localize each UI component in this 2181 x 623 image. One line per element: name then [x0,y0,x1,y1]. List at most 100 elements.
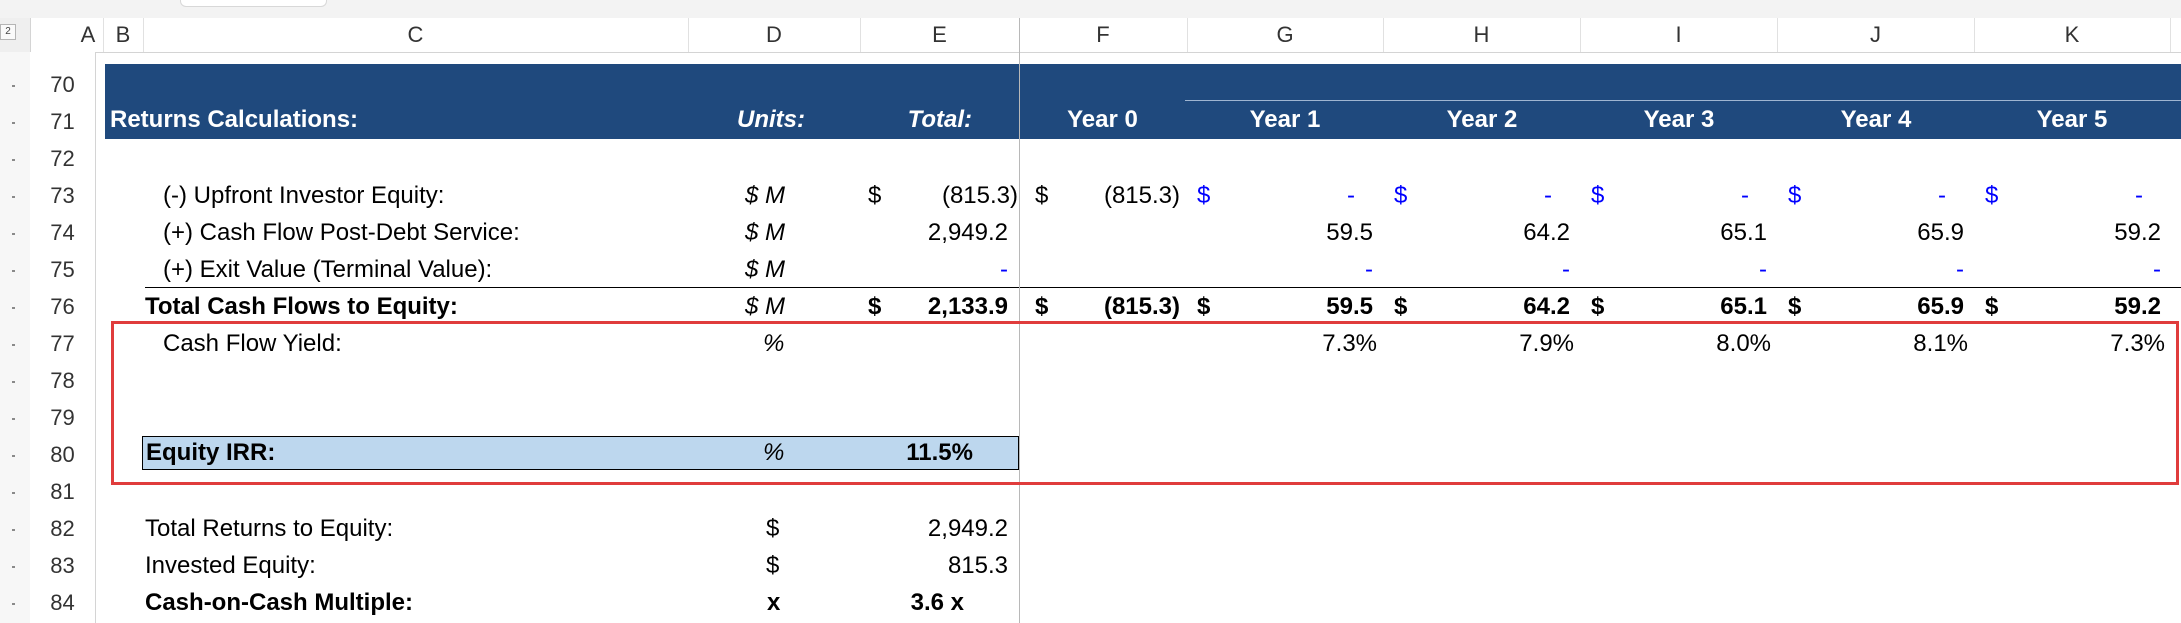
exit-value-label[interactable]: (+) Exit Value (Terminal Value): [163,251,492,288]
column-header-j[interactable]: J [1777,18,1975,52]
upfront-equity-total-currency: $ [868,182,882,209]
total-returns-value[interactable]: 2,949.2 [890,510,1008,547]
row-header-71[interactable]: 71 [30,103,95,140]
column-header-e[interactable]: E [860,18,1020,52]
upfront-equity-year2[interactable]: - [1447,177,1552,214]
total-cash-flows-year5[interactable]: 59.2 [2038,288,2161,325]
total-header[interactable]: Total: [862,104,972,136]
outline-dot [12,418,15,420]
upfront-equity-label[interactable]: (-) Upfront Investor Equity: [163,177,444,214]
row-header-78[interactable]: 78 [30,362,95,399]
column-header-h[interactable]: H [1383,18,1581,52]
column-header-f[interactable]: F [1019,18,1188,52]
row-header-76[interactable]: 76 [30,288,95,325]
column-header-b[interactable]: B [103,18,144,52]
header-band-divider [1185,100,2181,101]
outline-dot [12,85,15,87]
total-cash-flows-label[interactable]: Total Cash Flows to Equity: [145,288,458,325]
exit-value-unit[interactable]: $ M [745,251,785,288]
total-returns-label[interactable]: Total Returns to Equity: [145,510,393,547]
year-header-5[interactable]: Year 5 [2032,104,2112,136]
column-header-a[interactable]: A [73,18,104,52]
row-header-83[interactable]: 83 [30,547,95,584]
section-title[interactable]: Returns Calculations: [110,104,358,136]
year-header-0[interactable]: Year 0 [1065,104,1140,136]
cash-flow-year5[interactable]: 59.2 [2038,214,2161,251]
cash-flow-unit[interactable]: $ M [745,214,785,251]
total-cash-flows-year3[interactable]: 65.1 [1644,288,1767,325]
upfront-equity-year1[interactable]: - [1250,177,1355,214]
upfront-equity-year5[interactable]: - [2038,177,2143,214]
upfront-equity-year0[interactable]: (815.3) [1060,177,1180,214]
cash-flow-year4[interactable]: 65.9 [1841,214,1964,251]
year-header-3[interactable]: Year 3 [1639,104,1719,136]
row-header-75[interactable]: 75 [30,251,95,288]
row-header-80[interactable]: 80 [30,436,95,473]
ribbon-tab[interactable] [180,0,327,7]
total-cash-flows-year2[interactable]: 64.2 [1447,288,1570,325]
cash-flow-year1[interactable]: 59.5 [1250,214,1373,251]
total-cash-flows-unit[interactable]: $ M [745,288,785,325]
upfront-equity-year4[interactable]: - [1841,177,1946,214]
exit-value-year4[interactable]: - [1841,251,1964,288]
row-header-84[interactable]: 84 [30,584,95,621]
upfront-equity-year3-currency: $ [1591,182,1605,209]
upfront-equity-year5-currency: $ [1985,182,1999,209]
column-header-c[interactable]: C [143,18,689,52]
outline-level-button[interactable]: 2 [0,24,16,40]
row-header-72[interactable]: 72 [30,140,95,177]
units-header[interactable]: Units: [690,104,805,136]
total-cash-flows-year3-currency: $ [1591,293,1605,320]
year-header-4[interactable]: Year 4 [1836,104,1916,136]
cash-flow-year2[interactable]: 64.2 [1447,214,1570,251]
cash-flow-total[interactable]: 2,949.2 [890,214,1008,251]
total-cash-flows-year4[interactable]: 65.9 [1841,288,1964,325]
cash-on-cash-label[interactable]: Cash-on-Cash Multiple: [145,584,413,621]
year-header-1[interactable]: Year 1 [1245,104,1325,136]
cash-flow-label[interactable]: (+) Cash Flow Post-Debt Service: [163,214,520,251]
total-returns-unit[interactable]: $ [766,510,779,547]
row-header-77[interactable]: 77 [30,325,95,362]
row-header-73[interactable]: 73 [30,177,95,214]
cash-on-cash-value[interactable]: 3.6 x [880,584,964,621]
spreadsheet-view: A B C D E F G H I J K 2 70 71 72 73 74 7 [0,0,2181,623]
total-cash-flows-year1-currency: $ [1197,293,1211,320]
row-header-79[interactable]: 79 [30,399,95,436]
invested-equity-label[interactable]: Invested Equity: [145,547,316,584]
total-cash-flows-year5-currency: $ [1985,293,1999,320]
total-cash-flows-year0[interactable]: (815.3) [1060,288,1180,325]
exit-value-year5[interactable]: - [2038,251,2161,288]
column-header-g[interactable]: G [1187,18,1384,52]
upfront-equity-year1-currency: $ [1197,182,1211,209]
exit-value-year1[interactable]: - [1250,251,1373,288]
exit-value-year3[interactable]: - [1644,251,1767,288]
cash-flow-year3[interactable]: 65.1 [1644,214,1767,251]
row-header-70[interactable]: 70 [30,66,95,103]
column-header-row: A B C D E F G H I J K [0,18,2181,53]
invested-equity-value[interactable]: 815.3 [890,547,1008,584]
column-header-k[interactable]: K [1974,18,2171,52]
exit-value-year2[interactable]: - [1447,251,1570,288]
column-header-i[interactable]: I [1580,18,1778,52]
upfront-equity-year2-currency: $ [1394,182,1408,209]
row-header-82[interactable]: 82 [30,510,95,547]
row-header-81[interactable]: 81 [30,473,95,510]
upfront-equity-unit[interactable]: $ M [745,177,785,214]
invested-equity-unit[interactable]: $ [766,547,779,584]
upfront-equity-year3[interactable]: - [1644,177,1749,214]
total-cash-flows-year1[interactable]: 59.5 [1250,288,1373,325]
cash-on-cash-unit[interactable]: x [767,584,780,621]
upfront-equity-year4-currency: $ [1788,182,1802,209]
row-header-column: 70 71 72 73 74 75 76 77 78 79 80 81 82 8… [30,52,96,623]
row-header-74[interactable]: 74 [30,214,95,251]
outline-dot [12,307,15,309]
column-header-d[interactable]: D [688,18,861,52]
upfront-equity-total[interactable]: (815.3) [890,177,1018,214]
total-cash-flows-total-currency: $ [868,293,882,320]
total-cash-flows-total[interactable]: 2,133.9 [890,288,1008,325]
ribbon-edge [0,0,2181,19]
upfront-equity-year0-currency: $ [1035,182,1049,209]
year-header-2[interactable]: Year 2 [1442,104,1522,136]
outline-dot [12,566,15,568]
exit-value-total[interactable]: - [890,251,1008,288]
